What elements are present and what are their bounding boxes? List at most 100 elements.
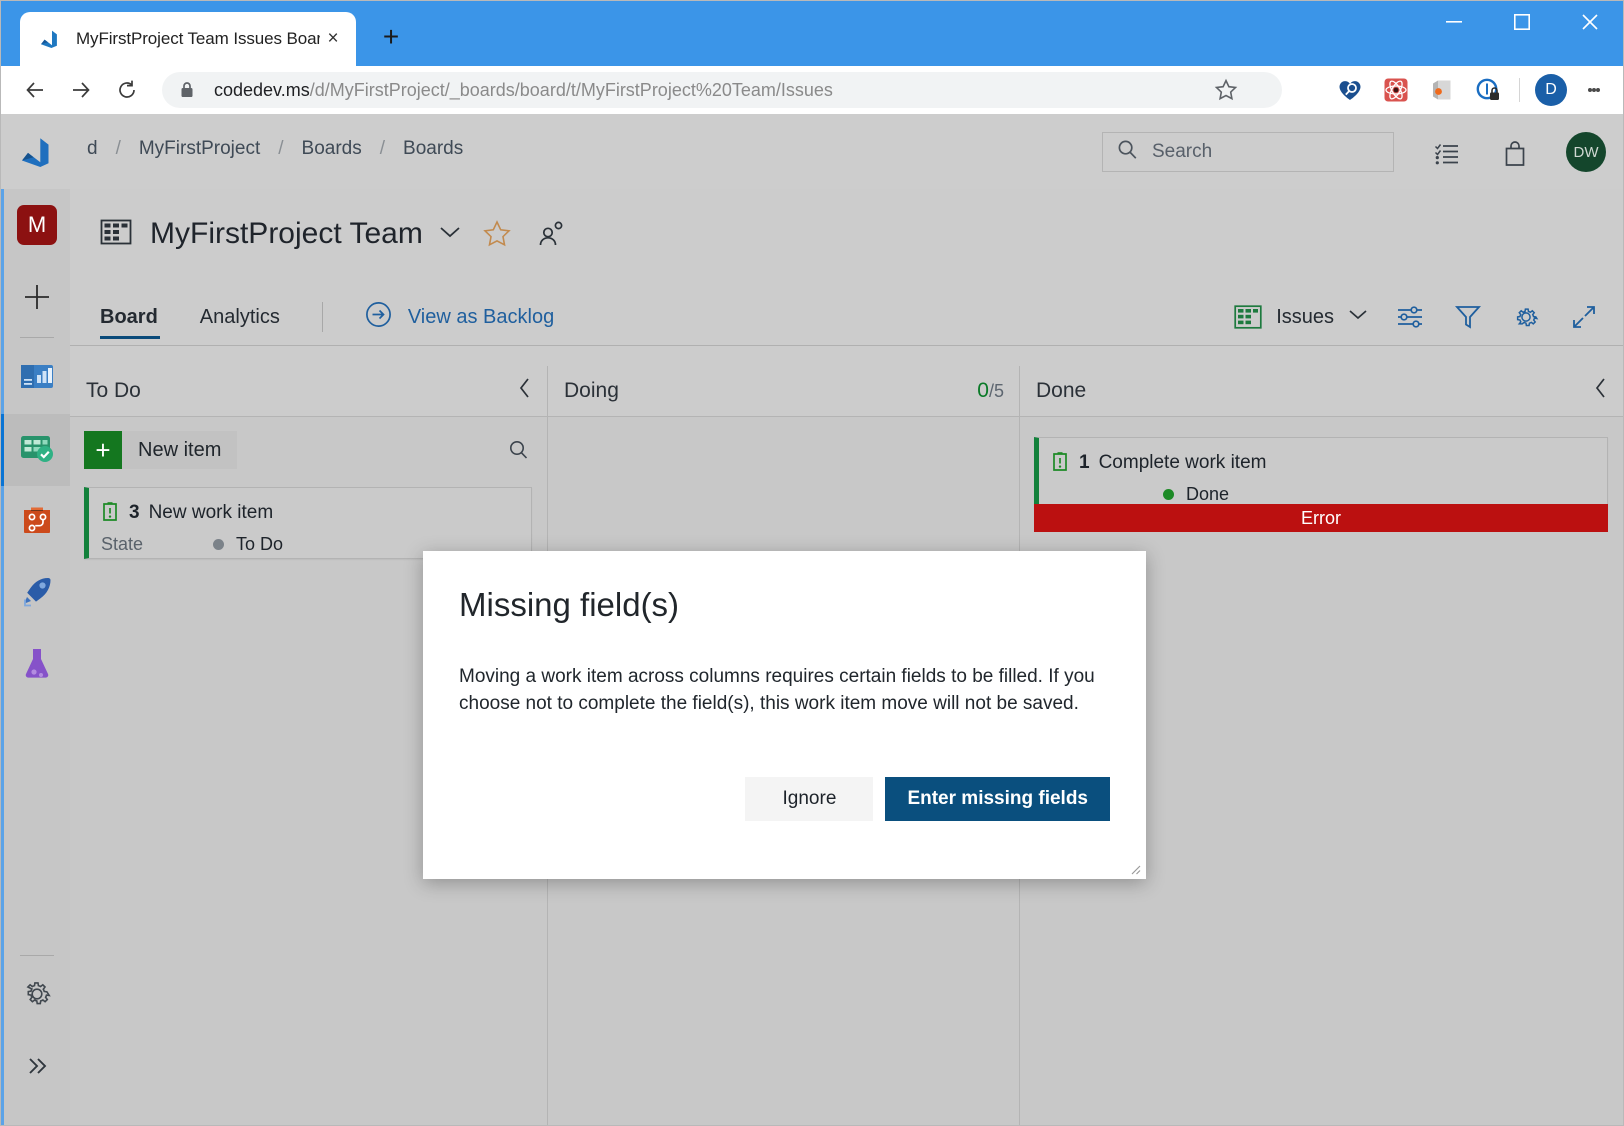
maximize-icon[interactable] [1488, 0, 1556, 44]
url-path: /d/MyFirstProject/_boards/board/t/MyFirs… [310, 80, 833, 100]
enter-missing-fields-button[interactable]: Enter missing fields [885, 777, 1110, 821]
search-icon[interactable] [504, 435, 534, 465]
window-controls [1420, 0, 1624, 44]
dialog-actions: Ignore Enter missing fields [745, 777, 1110, 821]
new-item-row: + New item [70, 417, 548, 473]
dialog-title: Missing field(s) [459, 586, 679, 624]
issue-clipboard-icon [1051, 450, 1069, 476]
breadcrumb-separator: / [380, 138, 385, 160]
work-item-title: New work item [149, 502, 274, 524]
breadcrumb-item-project[interactable]: MyFirstProject [137, 138, 262, 160]
board-grid-icon [100, 217, 132, 252]
chevron-down-icon[interactable] [439, 225, 461, 244]
app-header: d / MyFirstProject / Boards / Boards Sea… [0, 114, 1624, 189]
tab-analytics[interactable]: Analytics [200, 289, 282, 345]
backlog-level-selector[interactable]: Issues [1232, 302, 1368, 332]
star-outline-icon[interactable] [479, 216, 515, 252]
kebab-menu-icon[interactable] [1574, 68, 1614, 112]
repos-icon [19, 502, 55, 543]
sidebar-item-test-plans[interactable] [4, 630, 70, 702]
project-avatar[interactable]: M [4, 189, 70, 261]
overview-icon [18, 357, 56, 400]
star-icon[interactable] [1206, 74, 1246, 106]
card-title-row: 3 New work item [89, 488, 531, 526]
profile-initial: D [1535, 74, 1567, 106]
new-work-item-button[interactable] [4, 261, 70, 333]
test-plans-flask-icon [18, 645, 56, 688]
azure-devops-logo[interactable] [18, 132, 58, 172]
rail-divider [20, 337, 54, 338]
close-icon[interactable]: × [320, 26, 346, 52]
fullscreen-button[interactable] [1568, 302, 1600, 332]
browser-titlebar: MyFirstProject Team Issues Board × + [0, 0, 1624, 66]
breadcrumb-separator: / [278, 138, 283, 160]
state-value: Done [1186, 484, 1229, 505]
gear-icon [1510, 302, 1542, 332]
chevron-left-icon[interactable] [518, 377, 532, 405]
azure-devops-favicon [38, 27, 62, 51]
forward-arrow-icon[interactable] [58, 67, 104, 113]
card-title-row: 1 Complete work item [1039, 438, 1607, 476]
error-banner: Error [1034, 504, 1608, 532]
reload-icon[interactable] [104, 67, 150, 113]
breadcrumb-item-organization[interactable]: d [85, 138, 100, 160]
work-item-state: To Do [213, 534, 283, 555]
wip-current: 0 [977, 379, 989, 402]
add-person-icon[interactable] [533, 216, 569, 252]
rail-bottom-section [4, 951, 70, 1104]
sidebar-item-project-settings[interactable] [4, 960, 70, 1032]
work-item-state: Done [1163, 484, 1229, 505]
react-devtools-extension-icon[interactable] [1373, 68, 1419, 112]
breadcrumb-separator: / [116, 138, 121, 160]
board-settings-sliders-button[interactable] [1394, 302, 1426, 332]
address-bar[interactable]: codedev.ms/d/MyFirstProject/_boards/boar… [162, 72, 1282, 108]
board-grid-green-icon [1232, 302, 1264, 332]
work-item-card[interactable]: 3 New work item State To Do [84, 487, 532, 559]
column-header: Doing 0/5 [548, 366, 1020, 416]
new-tab-button[interactable]: + [372, 22, 410, 56]
rail-expand-button[interactable] [4, 1032, 70, 1104]
work-item-card[interactable]: 1 Complete work item State Done [1034, 437, 1608, 509]
work-item-id: 1 [1079, 452, 1090, 474]
chevron-double-right-icon [22, 1051, 52, 1086]
marketplace-bag-icon[interactable] [1498, 138, 1532, 170]
sidebar-item-repos[interactable] [4, 486, 70, 558]
view-as-backlog-button[interactable]: View as Backlog [349, 301, 554, 334]
view-as-backlog-label: View as Backlog [408, 306, 554, 329]
ignore-button[interactable]: Ignore [745, 777, 873, 821]
page-title-row: MyFirstProject Team [100, 216, 569, 252]
lock-icon [180, 81, 196, 99]
search-input[interactable]: Search [1102, 132, 1394, 172]
filter-button[interactable] [1452, 302, 1484, 332]
sidebar-item-pipelines[interactable] [4, 558, 70, 630]
chevron-left-icon[interactable] [1594, 377, 1608, 405]
column-header: To Do [70, 366, 548, 416]
card-meta-row: State Done [1039, 476, 1607, 505]
sidebar-item-boards[interactable] [4, 414, 70, 486]
toolbar-divider [70, 345, 1624, 346]
new-item-button[interactable]: + New item [84, 431, 237, 469]
minimize-icon[interactable] [1420, 0, 1488, 44]
tasks-list-icon[interactable] [1430, 138, 1464, 170]
browser-tab[interactable]: MyFirstProject Team Issues Board × [20, 12, 356, 66]
tab-board[interactable]: Board [100, 289, 160, 345]
privacy-lock-extension-icon[interactable] [1465, 68, 1511, 112]
work-item-title: Complete work item [1099, 452, 1267, 474]
resize-grip-icon[interactable] [1127, 861, 1141, 875]
close-icon[interactable] [1556, 0, 1624, 44]
breadcrumb-item-hub[interactable]: Boards [300, 138, 364, 160]
office-extension-icon[interactable] [1419, 68, 1465, 112]
toolbar-divider [1519, 78, 1520, 102]
sidebar-item-overview[interactable] [4, 342, 70, 414]
chevron-down-icon [1348, 308, 1368, 326]
back-arrow-icon[interactable] [12, 67, 58, 113]
new-item-label: New item [122, 439, 237, 462]
breadcrumb-item-page[interactable]: Boards [401, 138, 465, 160]
heart-search-extension-icon[interactable] [1327, 68, 1373, 112]
board-settings-button[interactable] [1510, 302, 1542, 332]
user-avatar[interactable]: DW [1566, 132, 1606, 172]
fullscreen-expand-icon [1568, 302, 1600, 332]
work-item-id: 3 [129, 502, 140, 524]
profile-avatar[interactable]: D [1528, 68, 1574, 112]
settings-sliders-icon [1394, 302, 1426, 332]
